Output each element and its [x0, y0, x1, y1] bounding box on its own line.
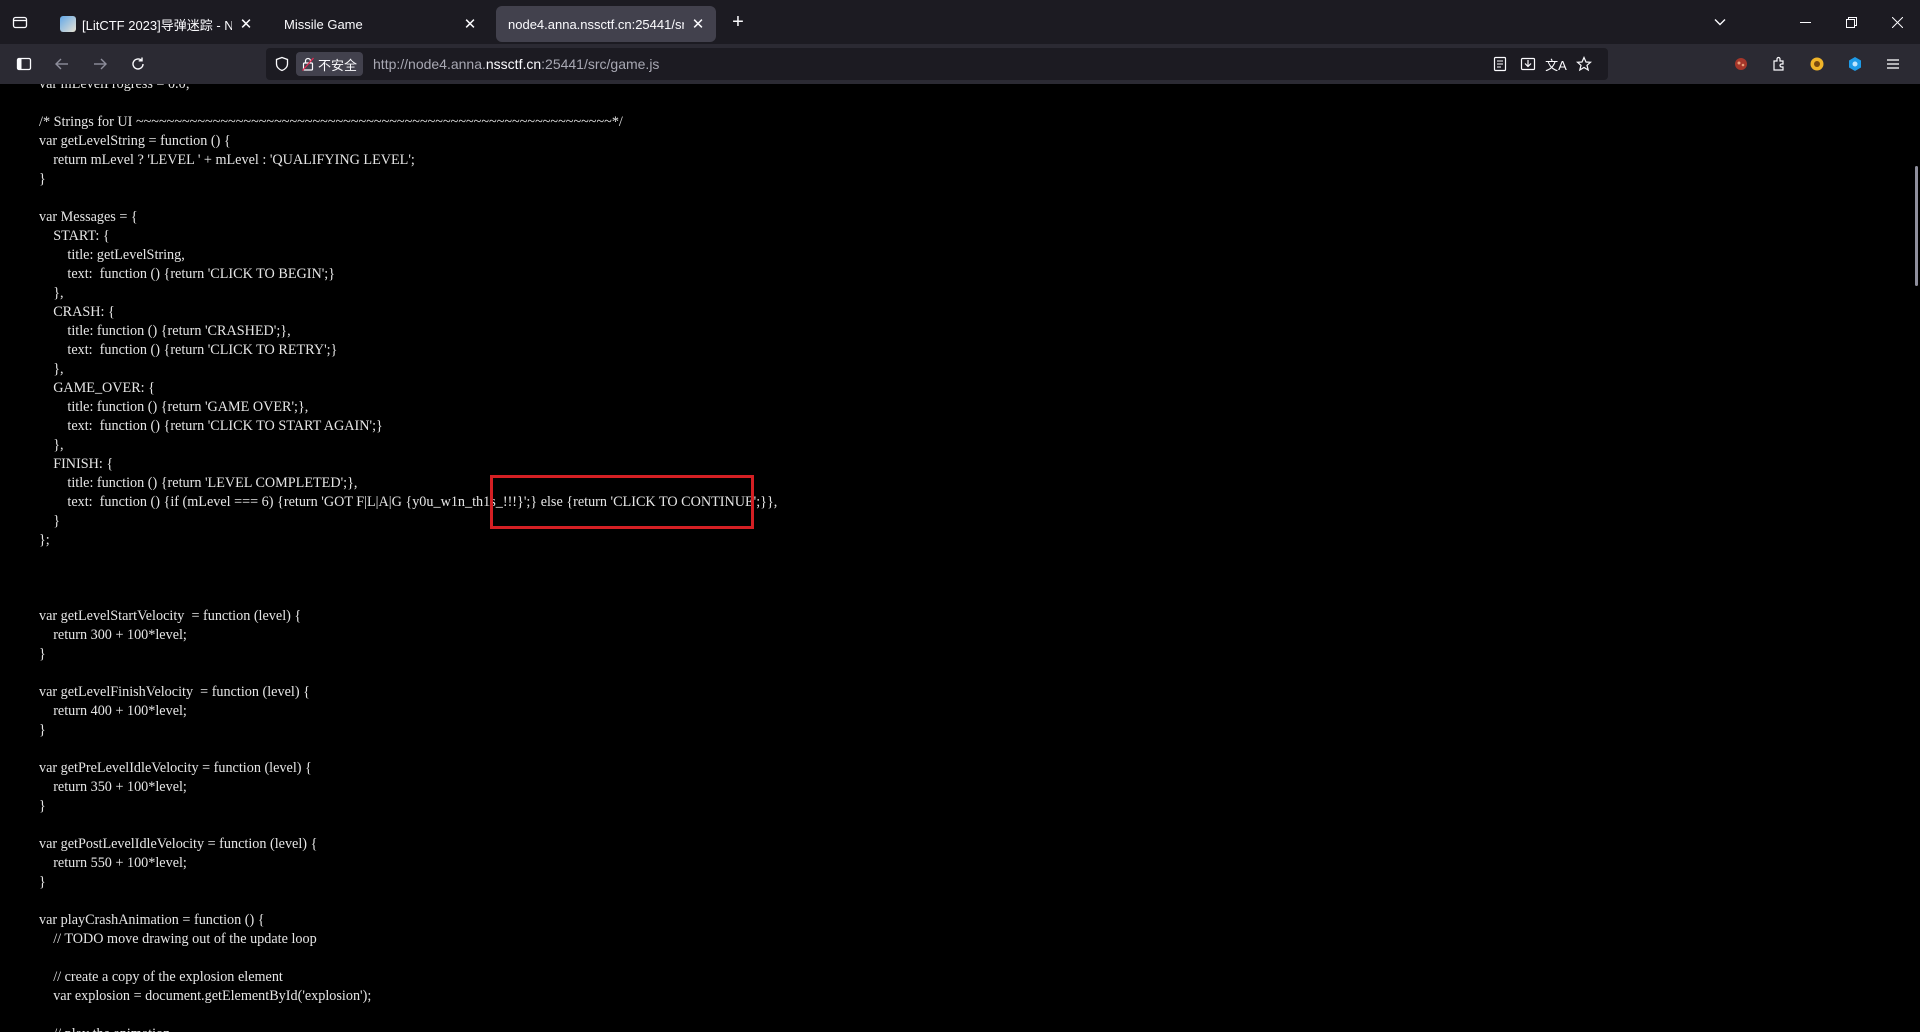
code-line: text: function () {return 'CLICK TO BEGI…: [39, 266, 336, 282]
extension-yellow-icon[interactable]: [1798, 56, 1836, 72]
url-domain: nssctf.cn: [485, 56, 542, 72]
code-line: // TODO move drawing out of the update l…: [39, 931, 317, 947]
insecure-connection-badge[interactable]: 不安全: [296, 52, 364, 76]
navigation-bar: 不安全 http://node4.anna.nssctf.cn:25441/sr…: [0, 44, 1920, 84]
code-line: }: [39, 171, 46, 187]
nssctf-favicon-icon: [60, 16, 76, 32]
code-line: var getPreLevelIdleVelocity = function (…: [39, 760, 312, 776]
reader-view-icon[interactable]: [1486, 56, 1514, 72]
code-line: return 350 + 100*level;: [39, 779, 187, 795]
url-prefix: http://node4.anna.: [373, 56, 486, 72]
toolbar-right: [1722, 48, 1912, 80]
code-line: title: function () {return 'GAME OVER';}…: [39, 399, 309, 415]
flag-highlight-box: [490, 475, 754, 529]
extension-red-icon[interactable]: [1722, 56, 1760, 72]
extensions-icon[interactable]: [1760, 56, 1798, 72]
back-arrow-icon[interactable]: [46, 48, 78, 80]
code-line: text: function () {return 'CLICK TO STAR…: [39, 418, 383, 434]
scrollbar-thumb[interactable]: [1915, 166, 1918, 286]
source-view: var mLevelProgress = 0.0; /* Strings for…: [0, 84, 1920, 1032]
url-actions: 文A: [1486, 48, 1598, 80]
code-line: var getLevelStartVelocity = function (le…: [39, 608, 302, 624]
code-line: FINISH: {: [39, 456, 114, 472]
forward-arrow-icon[interactable]: [84, 48, 116, 80]
close-icon[interactable]: ✕: [238, 15, 254, 33]
code-line: return 300 + 100*level;: [39, 627, 187, 643]
url-text[interactable]: http://node4.anna.nssctf.cn:25441/src/ga…: [373, 56, 659, 72]
code-line: var getLevelFinishVelocity = function (l…: [39, 684, 310, 700]
code-line: return 400 + 100*level;: [39, 703, 187, 719]
source-code: var mLevelProgress = 0.0; /* Strings for…: [39, 84, 777, 1032]
code-line: var Messages = {: [39, 209, 138, 225]
code-line: }: [39, 722, 46, 738]
code-line: }: [39, 513, 60, 529]
restore-button[interactable]: [1828, 0, 1874, 44]
code-line: var playCrashAnimation = function () {: [39, 912, 265, 928]
close-window-button[interactable]: [1874, 0, 1920, 44]
tab-nssctf[interactable]: [LitCTF 2023]导弹迷踪 - NSSC ✕: [48, 6, 264, 42]
code-line: GAME_OVER: {: [39, 380, 155, 396]
tab-list-icon[interactable]: [0, 0, 40, 44]
code-line: }: [39, 646, 46, 662]
code-line: },: [39, 437, 64, 453]
url-bar[interactable]: 不安全 http://node4.anna.nssctf.cn:25441/sr…: [266, 48, 1608, 80]
close-icon[interactable]: ✕: [690, 15, 706, 33]
code-line: },: [39, 285, 64, 301]
star-bookmark-icon[interactable]: [1570, 56, 1598, 72]
code-line: /* Strings for UI ~~~~~~~~~~~~~~~~~~~~~~…: [39, 114, 623, 130]
save-page-icon[interactable]: [1514, 56, 1542, 72]
tab-game-js[interactable]: node4.anna.nssctf.cn:25441/src/g ✕: [496, 6, 716, 42]
code-line: }: [39, 874, 46, 890]
code-line: START: {: [39, 228, 110, 244]
code-line: var explosion = document.getElementById(…: [39, 988, 372, 1004]
chevron-down-icon[interactable]: [1700, 0, 1740, 44]
tab-title: Missile Game: [284, 16, 363, 32]
code-line: return 550 + 100*level;: [39, 855, 187, 871]
code-line: };: [39, 532, 50, 548]
url-suffix: :25441/src/game.js: [541, 56, 660, 72]
insecure-lock-icon: [302, 57, 314, 71]
minimize-button[interactable]: [1782, 0, 1828, 44]
code-line: return mLevel ? 'LEVEL ' + mLevel : 'QUA…: [39, 152, 415, 168]
insecure-label: 不安全: [318, 57, 358, 73]
code-line: title: function () {return 'CRASHED';},: [39, 323, 291, 339]
code-line: var getLevelString = function () {: [39, 133, 231, 149]
shield-icon[interactable]: [268, 56, 296, 72]
window-controls: [1782, 0, 1920, 44]
reload-icon[interactable]: [122, 48, 154, 80]
code-line: var mLevelProgress = 0.0;: [39, 84, 190, 92]
tab-strip: [LitCTF 2023]导弹迷踪 - NSSC ✕ Missile Game …: [0, 0, 1920, 44]
code-line: // play the animation: [39, 1026, 170, 1032]
code-line: title: function () {return 'LEVEL COMPLE…: [39, 475, 358, 491]
extension-blue-icon[interactable]: [1836, 56, 1874, 72]
translate-icon[interactable]: 文A: [1542, 55, 1570, 74]
code-line: text: function () {return 'CLICK TO RETR…: [39, 342, 338, 358]
code-line: var getPostLevelIdleVelocity = function …: [39, 836, 318, 852]
code-line: title: getLevelString,: [39, 247, 185, 263]
hamburger-menu-icon[interactable]: [1874, 56, 1912, 72]
tab-missile-game[interactable]: Missile Game ✕: [272, 6, 488, 42]
close-icon[interactable]: ✕: [462, 15, 478, 33]
code-line: // create a copy of the explosion elemen…: [39, 969, 283, 985]
sidebar-icon[interactable]: [8, 48, 40, 80]
tab-title: [LitCTF 2023]导弹迷踪 - NSSC: [82, 17, 232, 33]
new-tab-button[interactable]: +: [720, 4, 756, 40]
code-line: CRASH: {: [39, 304, 115, 320]
tab-title: node4.anna.nssctf.cn:25441/src/g: [508, 16, 684, 32]
code-line: }: [39, 798, 46, 814]
code-line: },: [39, 361, 64, 377]
